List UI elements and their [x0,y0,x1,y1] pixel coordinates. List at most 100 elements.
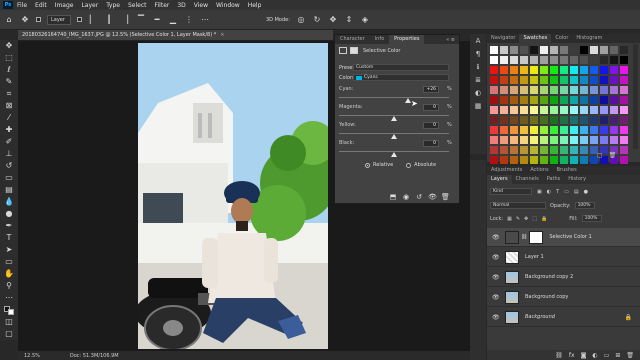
swatch[interactable] [570,56,578,64]
swatch[interactable] [510,106,518,114]
swatch[interactable] [590,66,598,74]
swatch[interactable] [490,126,498,134]
swatch[interactable] [620,156,628,164]
swatch[interactable] [530,126,538,134]
absolute-radio[interactable] [406,162,412,168]
swatch[interactable] [510,76,518,84]
layer-row-background-copy[interactable]: 👁 Background copy [487,288,640,307]
eraser-tool-icon[interactable]: ▭ [2,173,16,183]
swatch[interactable] [570,106,578,114]
delete-swatch-icon[interactable]: 🗑 [609,152,617,159]
move-tool-icon[interactable]: ✥ [20,15,30,25]
menu-layer[interactable]: Layer [81,2,98,9]
tab-character[interactable]: Character [335,35,370,44]
swatch[interactable] [540,46,548,54]
fill-input[interactable]: 100% [581,215,602,222]
swatch[interactable] [530,146,538,154]
swatch[interactable] [550,96,558,104]
clone-stamp-tool-icon[interactable]: ⊥ [2,149,16,159]
swatch[interactable] [570,116,578,124]
more-tools-icon[interactable]: ⋯ [2,293,16,303]
3d-scale-icon[interactable]: ◈ [360,15,370,25]
swatch[interactable] [530,86,538,94]
lock-all-icon[interactable]: 🔒 [541,216,547,222]
swatch[interactable] [540,106,548,114]
swatch[interactable] [490,46,498,54]
swatch[interactable] [600,106,608,114]
swatch[interactable] [570,46,578,54]
swatch[interactable] [540,126,548,134]
swatch[interactable] [530,76,538,84]
swatch[interactable] [510,126,518,134]
swatch[interactable] [580,46,588,54]
swatch[interactable] [610,126,618,134]
menu-edit[interactable]: Edit [35,2,47,9]
swatch[interactable] [600,86,608,94]
swatch[interactable] [580,66,588,74]
tab-properties[interactable]: Properties [389,35,425,44]
swatch[interactable] [570,136,578,144]
info-panel-icon[interactable]: ℹ [472,62,484,73]
swatch[interactable] [590,86,598,94]
tab-navigator[interactable]: Navigator [487,34,519,43]
swatch[interactable] [500,56,508,64]
menu-3d[interactable]: 3D [177,2,185,9]
visibility-icon[interactable]: 👁 [428,193,437,201]
tab-paths[interactable]: Paths [543,175,565,184]
swatches-panel-icon[interactable]: ▦ [472,101,484,112]
auto-select-target-dropdown[interactable]: Layer [47,14,71,25]
swatch[interactable] [610,96,618,104]
swatch[interactable] [500,86,508,94]
swatch[interactable] [540,76,548,84]
new-swatch-icon[interactable]: ▢ [597,152,603,159]
layer-row-layer-1[interactable]: 👁 Layer 1 [487,248,640,267]
align-left-icon[interactable]: ▏ [88,15,98,25]
blur-tool-icon[interactable]: 💧 [2,197,16,207]
swatch[interactable] [520,46,528,54]
swatch[interactable] [510,156,518,164]
swatch[interactable] [520,126,528,134]
yellow-value-input[interactable]: 0 [423,122,439,129]
lock-paint-icon[interactable]: ✎ [516,216,520,222]
swatch[interactable] [520,76,528,84]
dodge-tool-icon[interactable]: ● [2,209,16,219]
3d-pan-icon[interactable]: ✥ [328,15,338,25]
swatch[interactable] [570,86,578,94]
swatch[interactable] [580,86,588,94]
swatch[interactable] [550,56,558,64]
swatch[interactable] [550,106,558,114]
yellow-slider-thumb[interactable] [391,134,397,139]
swatch[interactable] [560,156,568,164]
swatch[interactable] [610,106,618,114]
swatch[interactable] [490,146,498,154]
swatch[interactable] [590,136,598,144]
swatch[interactable] [540,56,548,64]
filter-shape-icon[interactable]: ▭ [564,189,569,195]
swatch[interactable] [520,86,528,94]
swatch[interactable] [600,96,608,104]
3d-roll-icon[interactable]: ↻ [312,15,322,25]
blend-mode-dropdown[interactable]: Normal [490,202,546,209]
swatch[interactable] [620,116,628,124]
swatch[interactable] [560,116,568,124]
magenta-slider-thumb[interactable] [391,116,397,121]
document-tab[interactable]: 20180326164740_IMG_1637.JPG @ 12.5% (Sel… [18,30,333,41]
quick-select-tool-icon[interactable]: ✎ [2,77,16,87]
swatch[interactable] [570,76,578,84]
swatch[interactable] [500,96,508,104]
swatch[interactable] [600,116,608,124]
swatch[interactable] [540,86,548,94]
swatch[interactable] [620,136,628,144]
tab-adjustments[interactable]: Adjustments [487,166,526,175]
new-adjustment-icon[interactable]: ◐ [592,352,597,359]
swatch[interactable] [590,46,598,54]
add-mask-icon[interactable]: ◙ [581,352,587,359]
close-document-icon[interactable]: × [220,32,224,38]
brush-tool-icon[interactable]: ✐ [2,137,16,147]
swatch[interactable] [500,76,508,84]
colors-dropdown[interactable]: Cyans [353,74,449,81]
swatch[interactable] [590,106,598,114]
swatch[interactable] [530,66,538,74]
view-previous-icon[interactable]: ◉ [402,193,410,201]
swatch[interactable] [510,56,518,64]
